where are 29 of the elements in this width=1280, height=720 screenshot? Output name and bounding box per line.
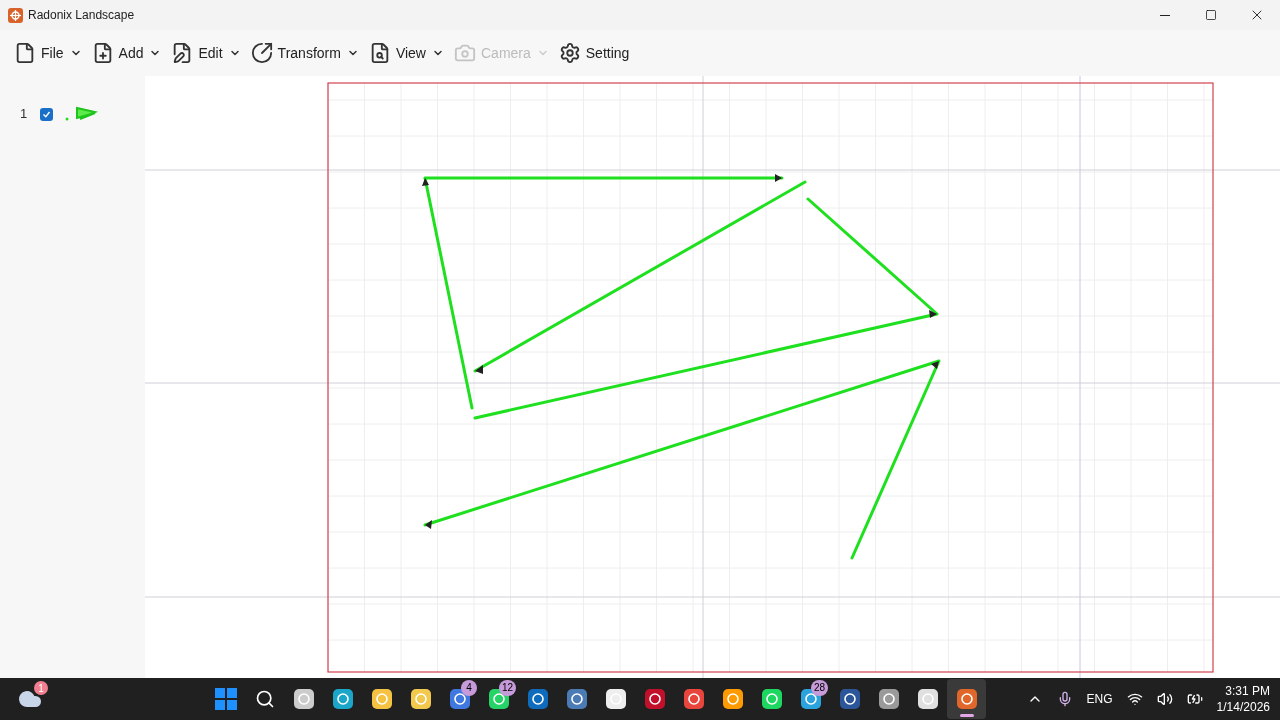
windows-logo-icon[interactable]: [214, 688, 237, 710]
toolbar-button[interactable]: Add: [91, 42, 144, 64]
maximize-icon: [1205, 9, 1217, 21]
language-indicator[interactable]: ENG: [1086, 690, 1113, 708]
document-icon: [14, 42, 36, 64]
circle-arrow-icon: [250, 42, 273, 64]
settings-icon: [558, 42, 581, 64]
volume-icon[interactable]: [1156, 691, 1173, 707]
clock-time[interactable]: 3:31 PM: [1225, 683, 1270, 699]
clock-date[interactable]: 1/14/2026: [1216, 699, 1270, 715]
app-logo-icon: [8, 7, 23, 23]
toolbar-button[interactable]: View: [368, 42, 426, 64]
battery-icon[interactable]: [1186, 691, 1203, 707]
search-icon[interactable]: [254, 689, 275, 709]
layer-number: 1: [20, 105, 28, 124]
notification-badge: 28: [810, 680, 828, 696]
toolbar-button[interactable]: Edit: [171, 42, 223, 64]
wifi-icon[interactable]: [1126, 691, 1143, 707]
notification-badge: 1: [34, 681, 48, 695]
notification-badge: 4: [461, 680, 477, 696]
layer-checkbox[interactable]: [40, 107, 53, 121]
checkmark-icon: [42, 109, 51, 119]
minimize-icon: [1160, 14, 1170, 16]
toolbar-button[interactable]: Setting: [558, 42, 630, 64]
window-title: Radonix Landscape: [28, 7, 135, 24]
notification-badge: 12: [498, 680, 516, 696]
toolbar-button[interactable]: Transform: [250, 42, 341, 64]
camera-icon: [454, 42, 476, 64]
toolbar-button[interactable]: File: [14, 42, 64, 64]
